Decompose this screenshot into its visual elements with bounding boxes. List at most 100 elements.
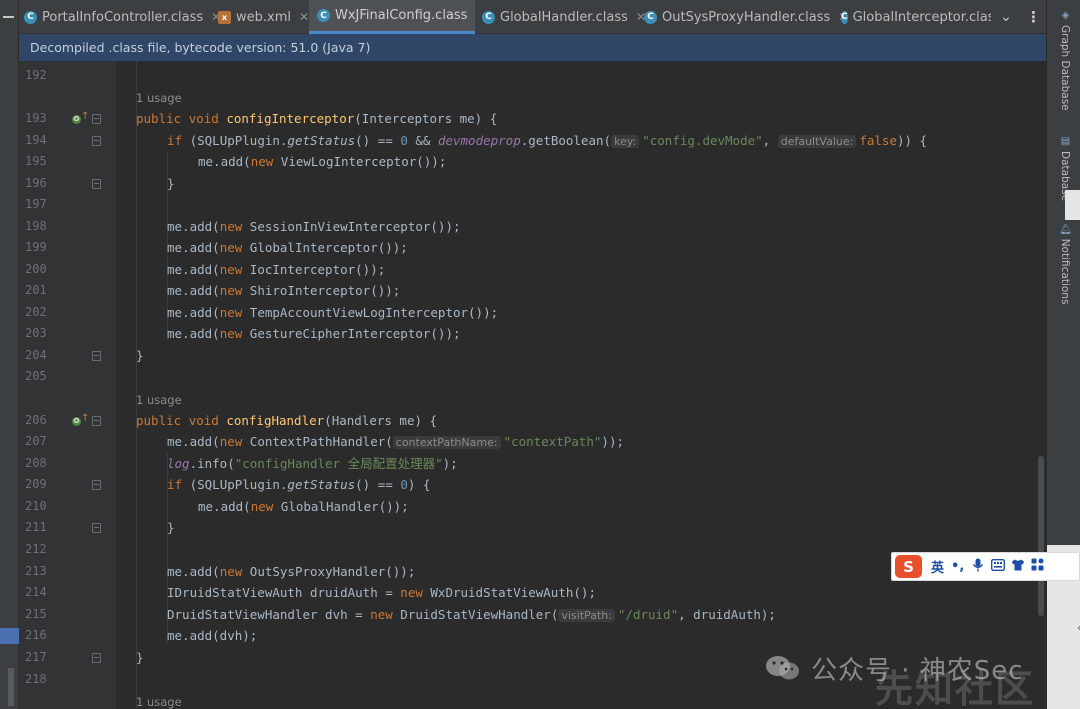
- tab-global-handler[interactable]: C GlobalHandler.class ✕: [482, 0, 646, 34]
- line-number: 208: [25, 456, 47, 470]
- indent-guide: [136, 61, 137, 709]
- code-line: me.add(new ShiroInterceptor());: [167, 283, 401, 298]
- override-method-icon[interactable]: O ↑: [72, 111, 89, 125]
- vertical-scrollbar[interactable]: [1036, 61, 1046, 709]
- param-hint: contextPathName:: [392, 436, 501, 449]
- line-number: 198: [25, 219, 47, 233]
- param-hint: visitPath:: [558, 609, 615, 622]
- wechat-logo-icon: [766, 656, 799, 680]
- microphone-icon[interactable]: [971, 558, 984, 576]
- line-number: 199: [25, 240, 47, 254]
- toolbox-icon[interactable]: [1031, 558, 1044, 575]
- fold-marker-icon[interactable]: [92, 351, 101, 361]
- code-line: me.add(new GestureCipherInterceptor());: [167, 326, 461, 341]
- tab-portal-info-controller[interactable]: C PortalInfoController.class ✕: [24, 0, 221, 34]
- tab-label: GlobalInterceptor.class: [852, 9, 991, 25]
- minimize-icon[interactable]: [3, 16, 14, 18]
- background-window: [1065, 190, 1080, 220]
- line-number: 192: [25, 68, 47, 82]
- fold-marker-icon[interactable]: [92, 114, 101, 124]
- tab-wxjfinalconfig[interactable]: C WxJFinalConfig.class: [309, 0, 475, 34]
- class-icon: C: [482, 10, 495, 24]
- line-number: 194: [25, 133, 47, 147]
- code-line: me.add(new TempAccountViewLogInterceptor…: [167, 305, 499, 320]
- fold-marker-icon[interactable]: [92, 416, 101, 426]
- override-method-icon[interactable]: O ↑: [72, 413, 89, 427]
- ime-toolbar[interactable]: S 英 •,: [891, 552, 1080, 581]
- notifications-tool[interactable]: 🔔︎Notifications: [1051, 222, 1071, 304]
- tool-strip-top[interactable]: [0, 0, 19, 34]
- line-number: 202: [25, 305, 47, 319]
- line-number: 213: [25, 564, 47, 578]
- watermark-text: 公众号 · 神农Sec: [811, 656, 1024, 686]
- watermark: 先知社区 公众号 · 神农Sec: [765, 648, 1065, 709]
- code-line: if (SQLUpPlugin.getStatus() == 0 && devm…: [167, 133, 928, 148]
- line-number: 216: [25, 628, 47, 642]
- graph-database-tool[interactable]: ◈Graph Database: [1051, 10, 1071, 111]
- code-line: public void configHandler(Handlers me) {: [136, 413, 438, 428]
- code-line: }: [136, 348, 144, 363]
- line-number: 201: [25, 283, 47, 297]
- code-line: me.add(new ViewLogInterceptor());: [198, 154, 447, 169]
- class-icon: C: [24, 10, 37, 24]
- usage-hint[interactable]: 1 usage: [136, 692, 182, 709]
- code-line: me.add(new ContextPathHandler(contextPat…: [167, 434, 624, 449]
- code-line: if (SQLUpPlugin.getStatus() == 0) {: [167, 477, 431, 492]
- scrollbar-thumb[interactable]: [1038, 456, 1044, 616]
- right-tool-strip: ◈Graph Database ▤Database 🔔︎Notification…: [1046, 0, 1080, 709]
- chevron-down-icon[interactable]: ⌄: [998, 9, 1014, 25]
- bell-icon: 🔔︎: [1060, 222, 1071, 235]
- skin-icon[interactable]: [1011, 559, 1025, 575]
- tab-web-xml[interactable]: x web.xml ✕: [218, 0, 309, 34]
- line-number: 193: [25, 111, 47, 125]
- close-icon[interactable]: ✕: [299, 10, 309, 24]
- code-editor[interactable]: 1 usage public void configInterceptor(In…: [116, 61, 1035, 709]
- class-icon: C: [317, 9, 330, 22]
- line-number: 211: [25, 520, 47, 534]
- class-icon: C: [841, 10, 848, 24]
- code-line: DruidStatViewHandler dvh = new DruidStat…: [167, 607, 776, 622]
- line-number: 207: [25, 434, 47, 448]
- tab-label: OutSysProxyHandler.class: [662, 9, 831, 25]
- tab-global-interceptor[interactable]: C GlobalInterceptor.class: [841, 0, 991, 34]
- line-number: 209: [25, 477, 47, 491]
- code-line: }: [167, 520, 175, 535]
- fold-marker-icon[interactable]: [92, 136, 101, 146]
- tool-window-marker[interactable]: [0, 628, 19, 644]
- fold-marker-icon[interactable]: [92, 179, 101, 189]
- fold-marker-icon[interactable]: [92, 653, 101, 663]
- code-line: me.add(new GlobalInterceptor());: [167, 240, 408, 255]
- line-number: 215: [25, 607, 47, 621]
- editor-gutter: 192 193 194 195 196 197 198 199 200 201 …: [19, 61, 116, 709]
- code-line: me.add(new OutSysProxyHandler());: [167, 564, 416, 579]
- line-number: 195: [25, 154, 47, 168]
- code-line: log.info("configHandler 全局配置处理器");: [167, 456, 458, 471]
- keyboard-icon[interactable]: [991, 558, 1006, 575]
- line-number: 210: [25, 499, 47, 513]
- code-line: me.add(new GlobalHandler());: [198, 499, 409, 514]
- code-line: IDruidStatViewAuth druidAuth = new WxDru…: [167, 585, 596, 600]
- code-line: public void configInterceptor(Intercepto…: [136, 111, 498, 126]
- usage-hint[interactable]: 1 usage: [136, 390, 182, 412]
- line-number: 200: [25, 262, 47, 276]
- line-number: 196: [25, 176, 47, 190]
- sogou-logo-icon[interactable]: S: [895, 555, 922, 578]
- line-number: 197: [25, 197, 47, 211]
- code-line: }: [136, 650, 144, 665]
- scroll-grip[interactable]: [8, 668, 14, 706]
- usage-hint[interactable]: 1 usage: [136, 88, 182, 110]
- ime-language-toggle[interactable]: 英: [931, 557, 944, 576]
- more-vertical-icon[interactable]: ⋮: [1026, 9, 1041, 25]
- ime-punctuation-toggle[interactable]: •,: [951, 559, 964, 574]
- fold-marker-icon[interactable]: [92, 523, 101, 533]
- code-line: me.add(new IocInterceptor());: [167, 262, 386, 277]
- line-number: 214: [25, 585, 47, 599]
- tab-outsys-proxy-handler[interactable]: C OutSysProxyHandler.class ✕: [644, 0, 848, 34]
- fold-marker-icon[interactable]: [92, 480, 101, 490]
- left-tool-strip: [0, 34, 19, 709]
- tab-label: WxJFinalConfig.class: [335, 8, 468, 23]
- line-number: 218: [25, 672, 47, 686]
- tab-label: GlobalHandler.class: [500, 9, 628, 25]
- tab-label: PortalInfoController.class: [42, 9, 204, 25]
- database-icon: ▤: [1060, 136, 1071, 147]
